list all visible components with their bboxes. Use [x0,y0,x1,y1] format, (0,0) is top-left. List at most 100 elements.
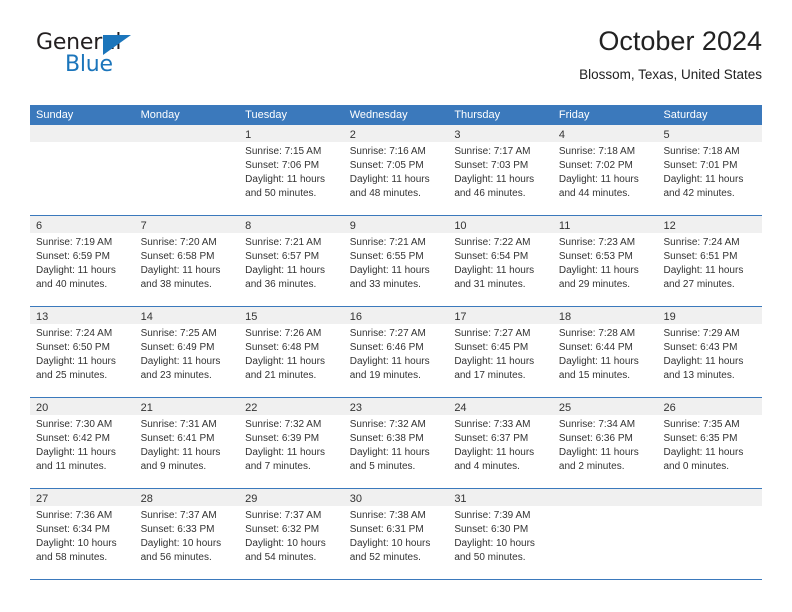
sunset-text: Sunset: 7:01 PM [663,160,738,171]
day-cell[interactable]: 12 Sunrise: 7:24 AM Sunset: 6:51 PM Dayl… [657,216,763,306]
day-cell[interactable]: 16 Sunrise: 7:27 AM Sunset: 6:46 PM Dayl… [343,307,449,397]
day-number-band: 17 [448,307,553,324]
sunrise-text: Sunrise: 7:33 AM [454,419,531,430]
day-cell[interactable] [134,125,240,215]
sunrise-text: Sunrise: 7:24 AM [36,328,113,339]
day-cell[interactable]: 27 Sunrise: 7:36 AM Sunset: 6:34 PM Dayl… [30,489,135,579]
day-number: 3 [454,129,461,141]
day-cell[interactable]: 2 Sunrise: 7:16 AM Sunset: 7:05 PM Dayli… [343,125,449,215]
day-cell[interactable]: 19 Sunrise: 7:29 AM Sunset: 6:43 PM Dayl… [657,307,763,397]
day-number: 21 [140,402,153,414]
sunset-text: Sunset: 6:37 PM [454,433,529,444]
day-info: Sunrise: 7:26 AM Sunset: 6:48 PM Dayligh… [239,324,344,383]
sunset-text: Sunset: 6:44 PM [558,342,633,353]
day-cell[interactable]: 30 Sunrise: 7:38 AM Sunset: 6:31 PM Dayl… [343,489,449,579]
day-cell[interactable]: 31 Sunrise: 7:39 AM Sunset: 6:30 PM Dayl… [448,489,553,579]
sunrise-text: Sunrise: 7:20 AM [140,237,217,248]
daylight-text-line2: and 46 minutes. [454,188,526,199]
sunrise-text: Sunrise: 7:21 AM [245,237,322,248]
daylight-text-line2: and 25 minutes. [36,370,108,381]
daylight-text-line1: Daylight: 11 hours [349,174,430,185]
sunset-text: Sunset: 6:33 PM [140,524,215,535]
sunset-text: Sunset: 6:38 PM [349,433,424,444]
daylight-text-line2: and 42 minutes. [663,188,735,199]
daylight-text-line1: Daylight: 11 hours [245,447,326,458]
location-subtitle: Blossom, Texas, United States [579,67,762,82]
daylight-text-line1: Daylight: 11 hours [454,356,535,367]
sunrise-text: Sunrise: 7:16 AM [349,146,426,157]
daylight-text-line2: and 9 minutes. [140,461,207,472]
day-number-band: 29 [239,489,344,506]
day-cell[interactable] [657,489,763,579]
day-info: Sunrise: 7:20 AM Sunset: 6:58 PM Dayligh… [135,233,240,292]
daylight-text-line2: and 0 minutes. [663,461,730,472]
day-cell[interactable]: 15 Sunrise: 7:26 AM Sunset: 6:48 PM Dayl… [239,307,344,397]
day-cell[interactable]: 23 Sunrise: 7:32 AM Sunset: 6:38 PM Dayl… [343,398,449,488]
day-cell[interactable]: 13 Sunrise: 7:24 AM Sunset: 6:50 PM Dayl… [30,307,135,397]
sunrise-text: Sunrise: 7:26 AM [245,328,322,339]
day-cell[interactable]: 20 Sunrise: 7:30 AM Sunset: 6:42 PM Dayl… [30,398,135,488]
day-cell[interactable]: 21 Sunrise: 7:31 AM Sunset: 6:41 PM Dayl… [134,398,240,488]
day-info: Sunrise: 7:23 AM Sunset: 6:53 PM Dayligh… [553,233,658,292]
day-info: Sunrise: 7:32 AM Sunset: 6:39 PM Dayligh… [239,415,344,474]
sunset-text: Sunset: 6:58 PM [140,251,215,262]
daylight-text-line2: and 11 minutes. [36,461,107,472]
day-cell[interactable]: 11 Sunrise: 7:23 AM Sunset: 6:53 PM Dayl… [552,216,658,306]
day-cell[interactable]: 18 Sunrise: 7:28 AM Sunset: 6:44 PM Dayl… [552,307,658,397]
day-number-band: 19 [657,307,763,324]
day-number-band: 20 [30,398,135,415]
daylight-text-line1: Daylight: 10 hours [140,538,222,549]
daylight-text-line1: Daylight: 11 hours [349,356,430,367]
daylight-text-line2: and 33 minutes. [349,279,421,290]
day-cell[interactable]: 28 Sunrise: 7:37 AM Sunset: 6:33 PM Dayl… [134,489,240,579]
day-number: 4 [558,129,566,141]
day-cell[interactable]: 24 Sunrise: 7:33 AM Sunset: 6:37 PM Dayl… [448,398,553,488]
sunset-text: Sunset: 6:51 PM [663,251,738,262]
day-cell[interactable]: 7 Sunrise: 7:20 AM Sunset: 6:58 PM Dayli… [134,216,240,306]
sunset-text: Sunset: 6:45 PM [454,342,529,353]
daylight-text-line2: and 15 minutes. [558,370,631,381]
sunset-text: Sunset: 6:55 PM [349,251,424,262]
daylight-text-line1: Daylight: 11 hours [558,174,639,185]
day-cell[interactable] [552,489,658,579]
day-cell[interactable]: 8 Sunrise: 7:21 AM Sunset: 6:57 PM Dayli… [239,216,344,306]
sunset-text: Sunset: 6:57 PM [245,251,320,262]
general-blue-logo[interactable]: General Blue [36,32,156,82]
day-cell[interactable]: 10 Sunrise: 7:22 AM Sunset: 6:54 PM Dayl… [448,216,553,306]
day-cell[interactable]: 4 Sunrise: 7:18 AM Sunset: 7:02 PM Dayli… [552,125,658,215]
day-number-band: 7 [134,216,240,233]
day-info: Sunrise: 7:15 AM Sunset: 7:06 PM Dayligh… [239,142,344,201]
day-number: 17 [454,311,467,323]
weekday-header-saturday: Saturday [663,109,708,121]
day-cell[interactable]: 25 Sunrise: 7:34 AM Sunset: 6:36 PM Dayl… [552,398,658,488]
day-cell[interactable]: 17 Sunrise: 7:27 AM Sunset: 6:45 PM Dayl… [448,307,553,397]
day-info: Sunrise: 7:18 AM Sunset: 7:02 PM Dayligh… [553,142,658,201]
sunrise-text: Sunrise: 7:39 AM [454,510,531,521]
day-info: Sunrise: 7:30 AM Sunset: 6:42 PM Dayligh… [30,415,135,474]
day-info: Sunrise: 7:37 AM Sunset: 6:33 PM Dayligh… [135,506,240,565]
sunset-text: Sunset: 6:54 PM [454,251,529,262]
day-number: 10 [454,220,467,232]
day-cell[interactable]: 6 Sunrise: 7:19 AM Sunset: 6:59 PM Dayli… [30,216,135,306]
day-cell[interactable]: 22 Sunrise: 7:32 AM Sunset: 6:39 PM Dayl… [239,398,344,488]
day-cell[interactable]: 3 Sunrise: 7:17 AM Sunset: 7:03 PM Dayli… [448,125,553,215]
day-number: 11 [558,220,571,232]
day-cell[interactable] [30,125,135,215]
daylight-text-line1: Daylight: 11 hours [663,265,744,276]
day-info: Sunrise: 7:27 AM Sunset: 6:46 PM Dayligh… [344,324,449,383]
sunset-text: Sunset: 6:36 PM [558,433,633,444]
day-cell[interactable]: 29 Sunrise: 7:37 AM Sunset: 6:32 PM Dayl… [239,489,344,579]
weekday-header-tuesday: Tuesday [245,109,287,121]
day-info: Sunrise: 7:28 AM Sunset: 6:44 PM Dayligh… [553,324,658,383]
day-cell[interactable]: 26 Sunrise: 7:35 AM Sunset: 6:35 PM Dayl… [657,398,763,488]
day-cell[interactable]: 5 Sunrise: 7:18 AM Sunset: 7:01 PM Dayli… [657,125,763,215]
week-row: 20 Sunrise: 7:30 AM Sunset: 6:42 PM Dayl… [30,397,763,488]
day-cell[interactable]: 9 Sunrise: 7:21 AM Sunset: 6:55 PM Dayli… [343,216,449,306]
sunrise-text: Sunrise: 7:35 AM [663,419,740,430]
daylight-text-line2: and 31 minutes. [454,279,526,290]
day-cell[interactable]: 14 Sunrise: 7:25 AM Sunset: 6:49 PM Dayl… [134,307,240,397]
sunset-text: Sunset: 6:41 PM [140,433,215,444]
day-info: Sunrise: 7:22 AM Sunset: 6:54 PM Dayligh… [448,233,553,292]
daylight-text-line1: Daylight: 10 hours [245,538,326,549]
day-cell[interactable]: 1 Sunrise: 7:15 AM Sunset: 7:06 PM Dayli… [239,125,344,215]
